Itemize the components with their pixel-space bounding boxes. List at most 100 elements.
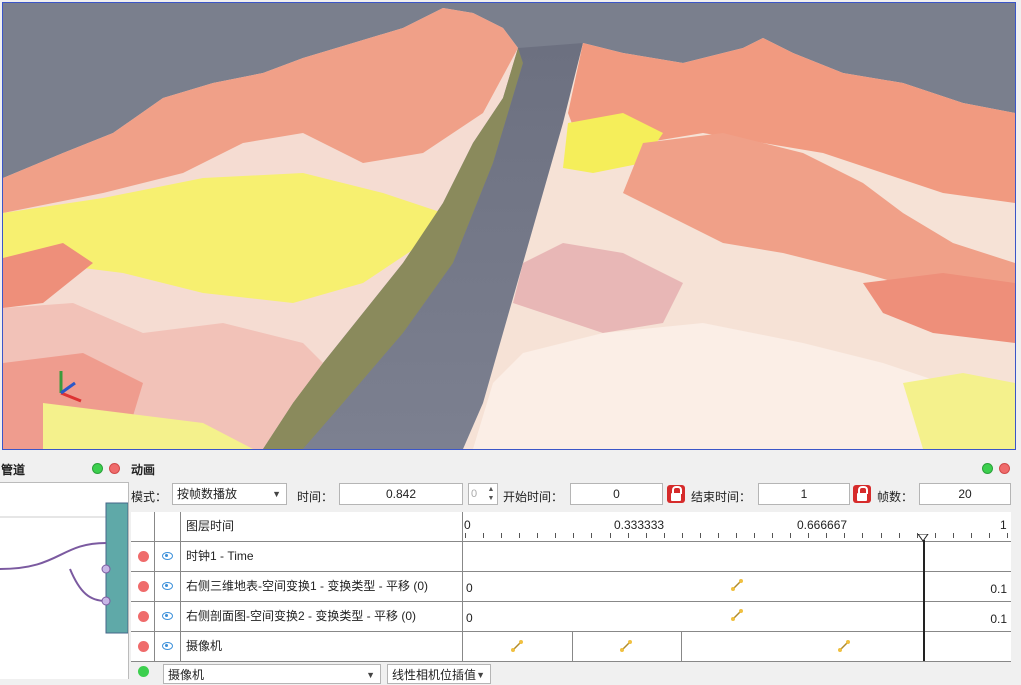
pipeline-canvas[interactable] xyxy=(0,482,129,679)
interpolation-value: 线性相机位插值 xyxy=(392,668,477,682)
track-end-value: 0.1 xyxy=(990,612,1007,626)
stepper-down-icon[interactable]: ▼ xyxy=(486,494,496,503)
add-track-icon[interactable] xyxy=(138,666,149,677)
ruler-tick xyxy=(736,533,737,538)
table-header-row: 图层时间 0 0.333333 0.666667 1 xyxy=(131,512,1011,542)
track-timeline[interactable]: 0 0.1 xyxy=(463,572,1011,601)
visibility-icon[interactable] xyxy=(162,642,173,650)
end-time-input[interactable]: 1 xyxy=(758,483,850,505)
pipeline-graph xyxy=(0,502,128,634)
keyframe-icon[interactable] xyxy=(731,609,743,621)
add-track-row: 摄像机 ▼ 线性相机位插值 ▼ xyxy=(131,662,1011,684)
ruler-tick xyxy=(808,533,810,538)
pipeline-maximize-button[interactable] xyxy=(92,463,103,474)
ruler-label: 0.333333 xyxy=(614,518,665,532)
pipeline-close-button[interactable] xyxy=(109,463,120,474)
animation-maximize-button[interactable] xyxy=(982,463,993,474)
ruler-tick xyxy=(519,533,521,538)
mode-select[interactable]: 按帧数播放 ▼ xyxy=(172,483,287,505)
mode-label: 模式： xyxy=(131,490,168,504)
table-row[interactable]: 时钟1 - Time xyxy=(131,542,1011,572)
ruler-label: 0 xyxy=(464,518,471,532)
table-row[interactable]: 右侧剖面图-空间变换2 - 变换类型 - 平移 (0) 0 0.1 xyxy=(131,602,1011,632)
ruler-tick xyxy=(952,533,954,538)
keyframe-icon[interactable] xyxy=(731,579,743,591)
ruler-tick xyxy=(934,533,936,538)
ruler-tick xyxy=(645,533,647,538)
animation-toolbar: 模式： 按帧数播放 ▼ 时间： 0.842 0 ▲ ▼ 开始时间： 0 结束时间… xyxy=(131,483,1021,507)
stepper-up-icon[interactable]: ▲ xyxy=(486,485,496,494)
track-end-value: 0.1 xyxy=(990,582,1007,596)
track-start-value: 0 xyxy=(466,581,473,595)
frames-input[interactable]: 20 xyxy=(919,483,1011,505)
ruler-tick xyxy=(970,533,972,538)
ruler-label: 0.666667 xyxy=(797,518,848,532)
ruler-tick xyxy=(880,533,882,538)
playhead-line[interactable] xyxy=(923,540,925,661)
layer-time-header: 图层时间 xyxy=(181,512,463,541)
visibility-icon[interactable] xyxy=(162,552,173,560)
ruler-tick xyxy=(754,533,756,538)
time-ruler[interactable]: 0 0.333333 0.666667 1 xyxy=(463,512,1011,542)
track-name: 摄像机 xyxy=(181,632,463,661)
chevron-down-icon: ▼ xyxy=(272,489,281,499)
ruler-tick xyxy=(627,533,629,538)
record-icon[interactable] xyxy=(138,641,149,652)
time-stepper-value: 0 xyxy=(471,488,478,500)
time-input[interactable]: 0.842 xyxy=(339,483,463,505)
ruler-tick xyxy=(898,533,900,538)
ruler-tick xyxy=(537,533,539,538)
record-icon[interactable] xyxy=(138,551,149,562)
table-row[interactable]: 右侧三维地表-空间变换1 - 变换类型 - 平移 (0) 0 0.1 xyxy=(131,572,1011,602)
interpolation-select[interactable]: 线性相机位插值 ▼ xyxy=(387,664,491,684)
animation-title: 动画 xyxy=(131,463,156,477)
3d-viewport[interactable] xyxy=(2,2,1016,450)
ruler-tick xyxy=(663,533,665,538)
ruler-tick xyxy=(465,533,466,538)
ruler-tick xyxy=(790,533,792,538)
track-timeline[interactable]: 0 0.1 xyxy=(463,602,1011,631)
ruler-tick xyxy=(573,533,575,538)
ruler-tick xyxy=(862,533,864,538)
ruler-tick xyxy=(483,533,485,538)
lock-end-icon[interactable] xyxy=(853,485,871,503)
ruler-tick xyxy=(772,533,774,538)
ruler-tick xyxy=(826,533,828,538)
ruler-tick xyxy=(844,533,846,538)
ruler-tick xyxy=(699,533,701,538)
time-label: 时间： xyxy=(297,490,334,504)
mode-select-value: 按帧数播放 xyxy=(177,487,238,501)
pipeline-title: 管道 xyxy=(1,463,26,477)
record-icon[interactable] xyxy=(138,581,149,592)
visibility-icon[interactable] xyxy=(162,582,173,590)
ruler-tick xyxy=(591,533,593,538)
time-stepper[interactable]: 0 ▲ ▼ xyxy=(468,483,498,505)
track-source-select[interactable]: 摄像机 ▼ xyxy=(163,664,381,684)
record-icon[interactable] xyxy=(138,611,149,622)
track-timeline[interactable] xyxy=(463,542,1011,571)
keyframe-icon[interactable] xyxy=(511,640,523,652)
track-source-value: 摄像机 xyxy=(168,668,205,682)
track-start-value: 0 xyxy=(466,611,473,625)
ruler-tick xyxy=(681,533,683,538)
track-name: 时钟1 - Time xyxy=(181,542,463,571)
start-time-label: 开始时间： xyxy=(503,490,564,504)
visibility-icon[interactable] xyxy=(162,612,173,620)
keyframe-icon[interactable] xyxy=(838,640,850,652)
track-name: 右侧剖面图-空间变换2 - 变换类型 - 平移 (0) xyxy=(181,602,463,631)
ruler-tick xyxy=(1007,533,1008,538)
ruler-tick xyxy=(717,533,719,538)
ruler-tick xyxy=(988,533,990,538)
chevron-down-icon: ▼ xyxy=(366,670,375,680)
animation-panel: 动画 模式： 按帧数播放 ▼ 时间： 0.842 0 ▲ ▼ 开始时间： 0 结… xyxy=(131,458,1021,684)
start-time-input[interactable]: 0 xyxy=(570,483,663,505)
ruler-tick xyxy=(501,533,503,538)
ruler-tick xyxy=(609,533,611,538)
keyframe-icon[interactable] xyxy=(620,640,632,652)
animation-close-button[interactable] xyxy=(999,463,1010,474)
lock-start-icon[interactable] xyxy=(667,485,685,503)
table-row[interactable]: 摄像机 xyxy=(131,632,1011,662)
chevron-down-icon: ▼ xyxy=(476,670,485,680)
ruler-label: 1 xyxy=(1000,518,1007,532)
track-timeline[interactable] xyxy=(463,632,1011,661)
